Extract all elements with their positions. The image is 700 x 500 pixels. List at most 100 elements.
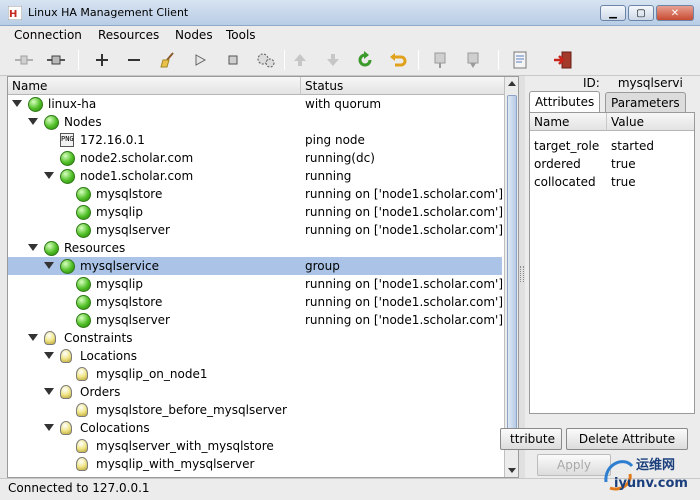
tab-attributes[interactable]: Attributes — [529, 91, 601, 113]
migrate-gears-icon — [257, 53, 275, 68]
maximize-button[interactable]: ▢ — [628, 5, 654, 21]
splitter-grip-icon[interactable] — [520, 266, 524, 282]
refresh-button[interactable] — [353, 48, 377, 72]
tree-row-status: with quorum — [305, 97, 382, 111]
add-attribute-button[interactable]: ttribute — [500, 428, 562, 450]
tree-row-status: running on ['node1.scholar.com'] — [305, 277, 503, 291]
tree-row-label: Colocations — [80, 421, 150, 435]
column-header-status[interactable]: Status — [300, 77, 504, 95]
expand-triangle-icon[interactable] — [44, 352, 54, 359]
green-status-icon — [76, 277, 91, 292]
expand-triangle-icon[interactable] — [12, 100, 22, 107]
tree-row[interactable]: mysqlip running on ['node1.scholar.com'] — [8, 203, 503, 221]
menu-connection[interactable]: Connection — [14, 26, 82, 44]
disconnect-button[interactable] — [12, 48, 36, 72]
green-status-icon — [60, 169, 75, 184]
attr-row-name[interactable]: target_role — [534, 137, 599, 155]
tree-row[interactable]: Resources — [8, 239, 502, 257]
remove-button[interactable] — [122, 48, 146, 72]
exit-button[interactable] — [551, 48, 575, 72]
expand-triangle-icon[interactable] — [28, 334, 38, 341]
cluster-tree-panel: Name Status linux-ha with quorum Nodes PNG 1… — [7, 76, 519, 478]
tree-row[interactable]: mysqlstore_before_mysqlserver — [8, 401, 502, 419]
tree-row[interactable]: node2.scholar.com running(dc) — [8, 149, 502, 167]
tree-row[interactable]: Locations — [8, 347, 502, 365]
attr-row-name[interactable]: collocated — [534, 173, 596, 191]
expand-triangle-icon[interactable] — [28, 244, 38, 251]
tree-row-label: node1.scholar.com — [80, 169, 194, 183]
add-icon — [96, 54, 108, 66]
tree-row[interactable]: mysqlstore running on ['node1.scholar.com… — [8, 185, 503, 203]
view-log-button[interactable] — [508, 48, 532, 72]
expand-triangle-icon[interactable] — [44, 424, 54, 431]
standby-button[interactable] — [428, 48, 452, 72]
tree-row[interactable]: PNG 172.16.0.1 ping node — [8, 131, 502, 149]
remove-icon — [128, 59, 140, 61]
close-button[interactable]: ✕ — [656, 5, 694, 21]
expand-triangle-icon[interactable] — [28, 118, 38, 125]
tree-row-label: Orders — [80, 385, 121, 399]
migrate-button[interactable] — [254, 48, 278, 72]
minimize-button[interactable]: ▁ — [600, 5, 626, 21]
active-button[interactable] — [461, 48, 485, 72]
expand-triangle-icon[interactable] — [44, 262, 54, 269]
attr-row-value[interactable]: started — [611, 137, 654, 155]
tree-row[interactable]: mysqlserver running on ['node1.scholar.co… — [8, 221, 503, 239]
attr-column-value[interactable]: Value — [606, 113, 694, 131]
undo-button[interactable] — [386, 48, 410, 72]
tab-parameters[interactable]: Parameters — [605, 92, 686, 112]
attr-row-name[interactable]: ordered — [534, 155, 581, 173]
tree-scrollbar[interactable] — [504, 77, 518, 477]
green-status-icon — [76, 295, 91, 310]
tree-row[interactable]: mysqlip_with_mysqlserver — [8, 455, 502, 473]
cleanup-broom-icon — [160, 52, 174, 68]
tree-row[interactable]: mysqlip_on_node1 — [8, 365, 502, 383]
tree-row[interactable]: Nodes — [8, 113, 502, 131]
tree-row-status: ping node — [305, 133, 365, 147]
cleanup-button[interactable] — [156, 48, 180, 72]
tree-row[interactable]: linux-ha with quorum — [8, 95, 502, 113]
connect-button[interactable] — [44, 48, 68, 72]
attr-row-value[interactable]: true — [611, 173, 636, 191]
menu-nodes[interactable]: Nodes — [175, 26, 213, 44]
tree-row[interactable]: Constraints — [8, 329, 502, 347]
app-logo-icon: H — [8, 6, 22, 20]
connect-icon — [47, 55, 65, 65]
attr-column-name[interactable]: Name — [530, 113, 606, 131]
watermark-url: iyunv.com — [614, 476, 688, 491]
tree-row-label: linux-ha — [48, 97, 97, 111]
add-button[interactable] — [90, 48, 114, 72]
move-down-button[interactable] — [321, 48, 345, 72]
tree-row-status: group — [305, 259, 340, 273]
stop-button[interactable] — [221, 48, 245, 72]
tree-row[interactable]: node1.scholar.com running — [8, 167, 502, 185]
expand-triangle-icon[interactable] — [44, 172, 54, 179]
constraint-icon — [76, 367, 88, 381]
attr-row-value[interactable]: true — [611, 155, 636, 173]
tree-row[interactable]: mysqlip running on ['node1.scholar.com'] — [8, 275, 503, 293]
start-button[interactable] — [188, 48, 212, 72]
tree-row[interactable]: mysqlservice group — [8, 257, 502, 275]
view-log-icon — [513, 51, 527, 69]
tree-row[interactable]: mysqlserver running on ['node1.scholar.co… — [8, 311, 503, 329]
expand-triangle-icon[interactable] — [44, 388, 54, 395]
tree-row[interactable]: Colocations — [8, 419, 502, 437]
menu-resources[interactable]: Resources — [98, 26, 159, 44]
menu-bar: Connection Resources Nodes Tools — [0, 26, 700, 44]
tree-row[interactable]: mysqlstore running on ['node1.scholar.com… — [8, 293, 503, 311]
column-header-name[interactable]: Name — [8, 77, 298, 95]
delete-attribute-button[interactable]: Delete Attribute — [566, 428, 688, 450]
green-status-icon — [44, 115, 59, 130]
id-line: ID: mysqlservi — [583, 76, 683, 90]
move-up-button[interactable] — [288, 48, 312, 72]
tree-row[interactable]: Orders — [8, 383, 502, 401]
scrollbar-thumb[interactable] — [507, 95, 517, 445]
scroll-down-arrow-icon[interactable] — [508, 468, 516, 473]
site-watermark: 运维网 iyunv.com — [600, 452, 700, 498]
menu-tools[interactable]: Tools — [226, 26, 256, 44]
tree-row-label: Resources — [64, 241, 126, 255]
scroll-up-arrow-icon[interactable] — [508, 81, 516, 86]
green-status-icon — [60, 259, 75, 274]
tree-row[interactable]: mysqlserver_with_mysqlstore — [8, 437, 502, 455]
connection-status: Connected to 127.0.0.1 — [8, 481, 150, 495]
